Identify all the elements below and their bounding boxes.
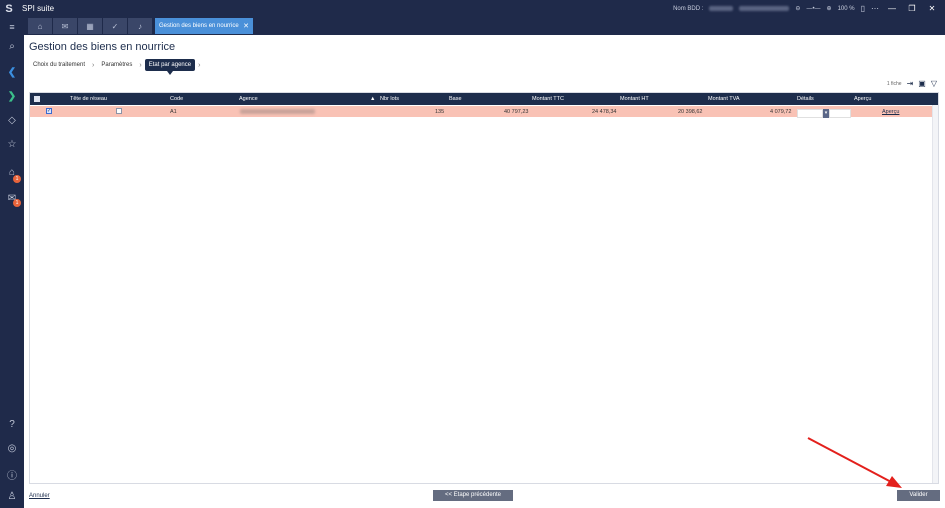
cell-montant-ttc: 40 797,23: [504, 109, 529, 115]
chevron-right-icon: ›: [92, 61, 95, 69]
table-row[interactable]: ✓ A1 135 40 797,23 24 478,34 20 398,62 4…: [30, 106, 938, 118]
app-window: S SPI suite Nom BDD : ⊖ —•— ⊕ 100 % ▯ ⋯ …: [0, 0, 945, 508]
sidebar: ≡ ⌕ ❮ ❯ ◇ ☆ ⌂ 1 ✉ 1 ? ◎ ⓘ ♙: [0, 22, 24, 508]
sort-ascending-icon: ▲: [370, 96, 376, 102]
cancel-link[interactable]: Annuler: [29, 493, 50, 499]
export-icon[interactable]: ⇥: [907, 79, 914, 88]
app-logo-icon: S: [5, 2, 13, 15]
breadcrumb-choix-traitement[interactable]: Choix du traitement: [29, 59, 89, 71]
cell-montant-ht: 24 478,34: [592, 109, 617, 115]
bdd-name-redacted: [709, 6, 734, 11]
breadcrumb-parametres[interactable]: Paramètres: [97, 59, 136, 71]
row-select-checkbox[interactable]: ✓: [46, 108, 52, 114]
validate-button[interactable]: Valider: [897, 490, 940, 501]
document-icon[interactable]: ▯: [861, 4, 865, 13]
apercu-link[interactable]: Aperçu: [882, 109, 899, 115]
zoom-out-icon[interactable]: ⊖: [795, 5, 800, 12]
code-icon[interactable]: ◇: [0, 115, 24, 126]
cell-code: A1: [170, 109, 177, 115]
zoom-in-icon[interactable]: ⊕: [827, 5, 832, 12]
column-header-montant-ttc[interactable]: Montant TTC: [532, 96, 564, 102]
minimize-button[interactable]: —: [885, 4, 899, 13]
select-all-checkbox[interactable]: [34, 96, 40, 102]
record-count: 1 fiche: [886, 80, 902, 87]
more-icon[interactable]: ⋯: [871, 4, 879, 13]
column-header-apercu[interactable]: Aperçu: [854, 96, 871, 102]
grid-toolbar: 1 fiche ⇥ ▣ ▽: [887, 79, 937, 88]
details-field-2[interactable]: [829, 109, 851, 118]
mail-icon[interactable]: ✉: [53, 18, 77, 34]
breadcrumb: Choix du traitement › Paramètres › Etat …: [29, 57, 203, 75]
grid-header: Tête de réseau Code Agence ▲ Nbr lots Ba…: [30, 93, 938, 105]
cell-base: 135: [435, 109, 445, 115]
cell-agence-redacted: [240, 109, 315, 114]
tab-close-icon[interactable]: ✕: [243, 22, 249, 30]
page-title: Gestion des biens en nourrice: [29, 41, 176, 53]
column-chooser-icon[interactable]: ▣: [918, 79, 926, 88]
column-header-base[interactable]: Base: [449, 96, 462, 102]
star-icon[interactable]: ☆: [0, 139, 24, 150]
breadcrumb-etat-par-agence[interactable]: Etat par agence: [144, 59, 196, 75]
app-title: SPI suite: [22, 4, 55, 13]
filter-icon[interactable]: ▽: [931, 79, 937, 88]
title-bar: S SPI suite Nom BDD : ⊖ —•— ⊕ 100 % ▯ ⋯ …: [0, 0, 945, 17]
column-header-tete-reseau[interactable]: Tête de réseau: [70, 96, 107, 102]
zoom-level: 100 %: [837, 5, 855, 12]
inbox-badge: 1: [13, 199, 21, 207]
headset-icon[interactable]: ◎: [0, 443, 24, 454]
footer: Annuler << Etape précédente Valider: [24, 487, 945, 508]
main-content: Gestion des biens en nourrice Choix du t…: [24, 35, 945, 508]
tab-gestion-biens-nourrice[interactable]: Gestion des biens en nourrice ✕: [155, 18, 253, 34]
tete-reseau-checkbox[interactable]: [116, 108, 122, 114]
info-icon[interactable]: ⓘ: [0, 467, 24, 482]
zoom-slider[interactable]: —•—: [806, 6, 820, 12]
chevron-right-icon: ›: [139, 61, 142, 69]
menu-icon[interactable]: ≡: [0, 22, 24, 32]
column-header-montant-tva[interactable]: Montant TVA: [708, 96, 740, 102]
column-header-montant-ht[interactable]: Montant HT: [620, 96, 649, 102]
search-icon[interactable]: ⌕: [0, 41, 24, 52]
restore-button[interactable]: ❐: [905, 4, 919, 13]
check-icon[interactable]: ✓: [103, 18, 127, 34]
bell-icon[interactable]: ♪: [128, 18, 152, 34]
user-info-redacted: [739, 6, 790, 11]
lock-badge: 1: [13, 175, 21, 183]
cell-montant-tva-2: 4 079,72: [770, 109, 792, 115]
column-header-code[interactable]: Code: [170, 96, 183, 102]
data-grid: Tête de réseau Code Agence ▲ Nbr lots Ba…: [29, 92, 939, 484]
details-field[interactable]: [797, 109, 823, 118]
column-header-nbr-lots[interactable]: Nbr lots: [380, 96, 399, 102]
user-icon[interactable]: ♙: [0, 491, 24, 502]
previous-step-button[interactable]: << Etape précédente: [433, 490, 513, 501]
tab-strip: ⌂ ✉ ▦ ✓ ♪ Gestion des biens en nourrice …: [0, 17, 945, 35]
home-icon[interactable]: ⌂: [28, 18, 52, 34]
column-header-details[interactable]: Détails: [797, 96, 814, 102]
navigate-forward-icon[interactable]: ❯: [0, 91, 24, 102]
grid-scrollbar[interactable]: [932, 105, 938, 483]
nom-bdd-label: Nom BDD :: [673, 5, 704, 12]
close-window-button[interactable]: ✕: [925, 4, 939, 13]
navigate-back-icon[interactable]: ❮: [0, 67, 24, 78]
cell-montant-tva: 20 398,62: [678, 109, 703, 115]
calendar-icon[interactable]: ▦: [78, 18, 102, 34]
chevron-right-icon: ›: [198, 61, 201, 69]
help-icon[interactable]: ?: [0, 419, 24, 430]
column-header-agence[interactable]: Agence: [239, 96, 258, 102]
tab-label: Gestion des biens en nourrice: [159, 23, 239, 29]
